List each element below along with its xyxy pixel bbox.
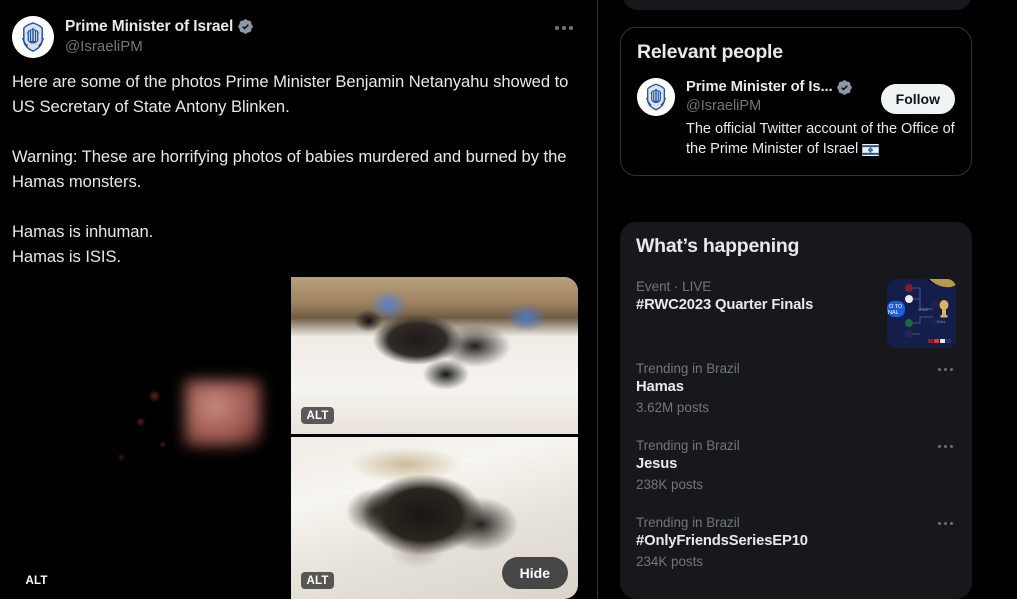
media-photo-1[interactable]: ALT: [10, 277, 288, 599]
trend-title: Jesus: [636, 456, 678, 472]
partial-card-above: [622, 0, 972, 10]
tweet-body-text: Here are some of the photos Prime Minist…: [12, 72, 569, 266]
relevant-people-title: Relevant people: [637, 41, 783, 63]
svg-text:NAL: NAL: [888, 310, 899, 316]
more-horizontal-icon[interactable]: [934, 439, 956, 453]
hide-media-button[interactable]: Hide: [501, 557, 568, 589]
israel-state-emblem-avatar[interactable]: [637, 78, 675, 116]
whats-happening-title: What’s happening: [636, 235, 800, 257]
trend-row[interactable]: Trending in Brazil Hamas 3.62M posts: [620, 350, 972, 427]
trend-post-count: 3.62M posts: [636, 400, 709, 415]
trend-row[interactable]: Trending in Brazil #OnlyFriendsSeriesEP1…: [620, 504, 972, 581]
media-photo-1-image: [10, 277, 288, 599]
whats-happening-card: What’s happening Event · LIVE #RWC2023 Q…: [620, 222, 972, 599]
trend-post-count: 234K posts: [636, 554, 703, 569]
israel-state-emblem-avatar[interactable]: [12, 16, 54, 58]
trend-title: #OnlyFriendsSeriesEP10: [636, 533, 808, 549]
alt-badge[interactable]: ALT: [20, 572, 54, 589]
alt-badge[interactable]: ALT: [301, 407, 335, 424]
trend-row[interactable]: Trending in Brazil Jesus 238K posts: [620, 427, 972, 504]
rugby-world-cup-bracket-thumbnail[interactable]: O TO NAL INAL SEMIF: [887, 279, 956, 348]
relevant-person-row[interactable]: Prime Minister of Is... @IsraeliPM The o…: [621, 72, 971, 159]
trend-meta: Trending in Brazil: [636, 438, 740, 453]
svg-text:SEMIF: SEMIF: [918, 308, 929, 312]
relevant-person-bio-text: The official Twitter account of the Offi…: [686, 121, 955, 157]
author-display-name[interactable]: Prime Minister of Israel: [65, 17, 233, 36]
relevant-people-card: Relevant people Prime Minister of Is... …: [620, 27, 972, 176]
tweet-author-names: Prime Minister of Israel @IsraeliPM: [65, 16, 254, 56]
more-horizontal-icon[interactable]: [934, 362, 956, 376]
tweet-column: Prime Minister of Israel @IsraeliPM Here…: [0, 0, 598, 599]
media-photo-2-image: [291, 277, 578, 434]
alt-badge[interactable]: ALT: [301, 572, 335, 589]
tweet-header: Prime Minister of Israel @IsraeliPM: [0, 0, 597, 58]
trend-meta: Trending in Brazil: [636, 361, 740, 376]
media-photo-2[interactable]: ALT: [291, 277, 578, 434]
verified-gray-badge-icon: [836, 79, 853, 96]
live-event-row[interactable]: Event · LIVE #RWC2023 Quarter Finals O T…: [620, 266, 972, 350]
relevant-person-bio: The official Twitter account of the Offi…: [686, 120, 957, 159]
twitter-post-page: Prime Minister of Israel @IsraeliPM Here…: [0, 0, 1017, 599]
media-photo-3[interactable]: ALT Hide: [291, 437, 578, 599]
trend-post-count: 238K posts: [636, 477, 703, 492]
tweet-media-grid: ALT ALT ALT Hide: [10, 277, 578, 599]
relevant-person-name[interactable]: Prime Minister of Is...: [686, 78, 833, 96]
verified-gray-badge-icon: [237, 18, 254, 35]
trend-meta: Trending in Brazil: [636, 515, 740, 530]
more-horizontal-icon[interactable]: [934, 516, 956, 530]
follow-button[interactable]: Follow: [880, 84, 955, 114]
author-handle[interactable]: @IsraeliPM: [65, 37, 254, 56]
author-name-line: Prime Minister of Israel: [65, 17, 254, 36]
more-horizontal-icon[interactable]: [549, 19, 579, 37]
svg-text:INAL: INAL: [937, 319, 947, 324]
blur-overlay: [185, 380, 262, 447]
media-right-column: ALT ALT Hide: [291, 277, 578, 599]
right-sidebar: Relevant people Prime Minister of Is... …: [598, 0, 1017, 599]
trend-title: Hamas: [636, 379, 684, 395]
israel-flag-emoji: [862, 141, 879, 157]
